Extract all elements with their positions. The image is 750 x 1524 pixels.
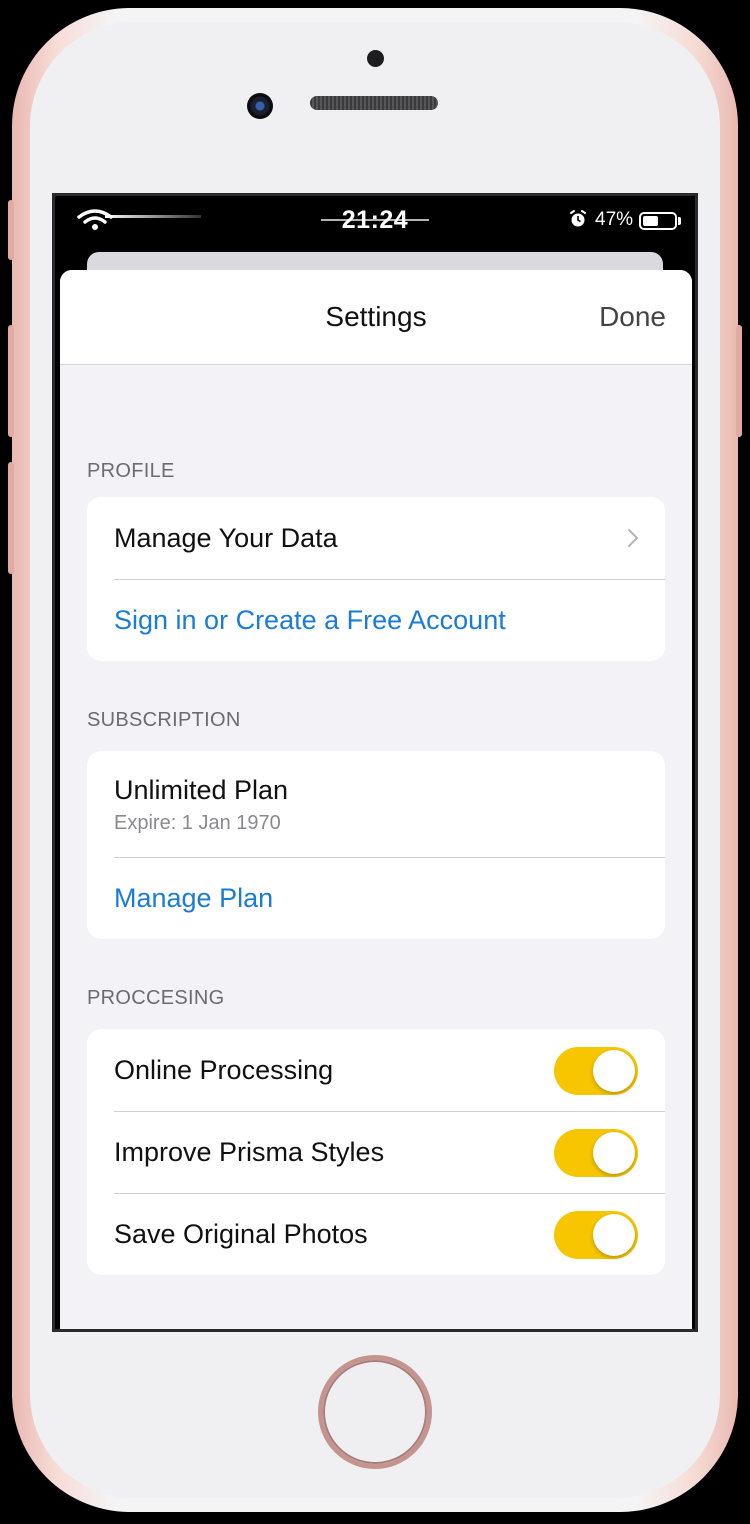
online-processing-label: Online Processing [114,1055,334,1085]
save-original-label: Save Original Photos [114,1219,368,1249]
volume-up-button [8,325,14,437]
proximity-sensor [367,50,384,67]
page-title: Settings [325,301,427,332]
profile-group: Manage Your Data Sign in or Create a Fre… [87,497,665,661]
manage-data-row[interactable]: Manage Your Data [87,497,665,579]
navigation-bar: Settings Done [60,270,692,365]
toggle-knob [593,1214,635,1256]
power-button [736,325,742,437]
processing-group: Online Processing Improve Prisma Styles … [87,1029,665,1275]
subscription-group: Unlimited Plan Expire: 1 Jan 1970 Manage… [87,751,665,939]
screen: 21:24 47% Settings Done PROFILE Manage Y… [52,193,698,1332]
done-button[interactable]: Done [599,301,666,333]
mute-switch [8,200,14,260]
plan-name: Unlimited Plan [114,775,289,805]
save-original-toggle[interactable] [554,1211,638,1259]
front-camera [247,93,273,119]
chevron-right-icon [628,529,638,547]
battery-tip [678,217,681,225]
status-glare [321,219,429,221]
battery-percentage: 47% [595,209,634,230]
manage-plan-row[interactable]: Manage Plan [87,857,665,939]
online-processing-toggle[interactable] [554,1047,638,1095]
manage-plan-link[interactable]: Manage Plan [114,883,273,914]
section-header-processing: PROCCESING [87,987,225,1009]
home-button[interactable] [318,1355,432,1469]
alarm-icon [570,210,586,227]
online-processing-row: Online Processing [87,1029,665,1111]
save-original-row: Save Original Photos [87,1193,665,1275]
section-header-subscription: SUBSCRIPTION [87,709,241,731]
sign-in-link[interactable]: Sign in or Create a Free Account [114,605,506,636]
toggle-knob [593,1132,635,1174]
battery-level [643,216,658,226]
improve-styles-label: Improve Prisma Styles [114,1137,385,1167]
plan-row: Unlimited Plan Expire: 1 Jan 1970 [87,751,665,857]
sign-in-row[interactable]: Sign in or Create a Free Account [87,579,665,661]
manage-data-label: Manage Your Data [114,523,338,553]
volume-down-button [8,462,14,574]
improve-styles-toggle[interactable] [554,1129,638,1177]
toggle-knob [593,1050,635,1092]
plan-expire: Expire: 1 Jan 1970 [114,812,281,834]
battery-icon [639,212,677,230]
improve-styles-row: Improve Prisma Styles [87,1111,665,1193]
section-header-profile: PROFILE [87,460,175,482]
earpiece-speaker [310,96,438,110]
settings-sheet: Settings Done PROFILE Manage Your Data S… [60,270,692,1329]
status-bar: 21:24 47% [55,196,695,246]
